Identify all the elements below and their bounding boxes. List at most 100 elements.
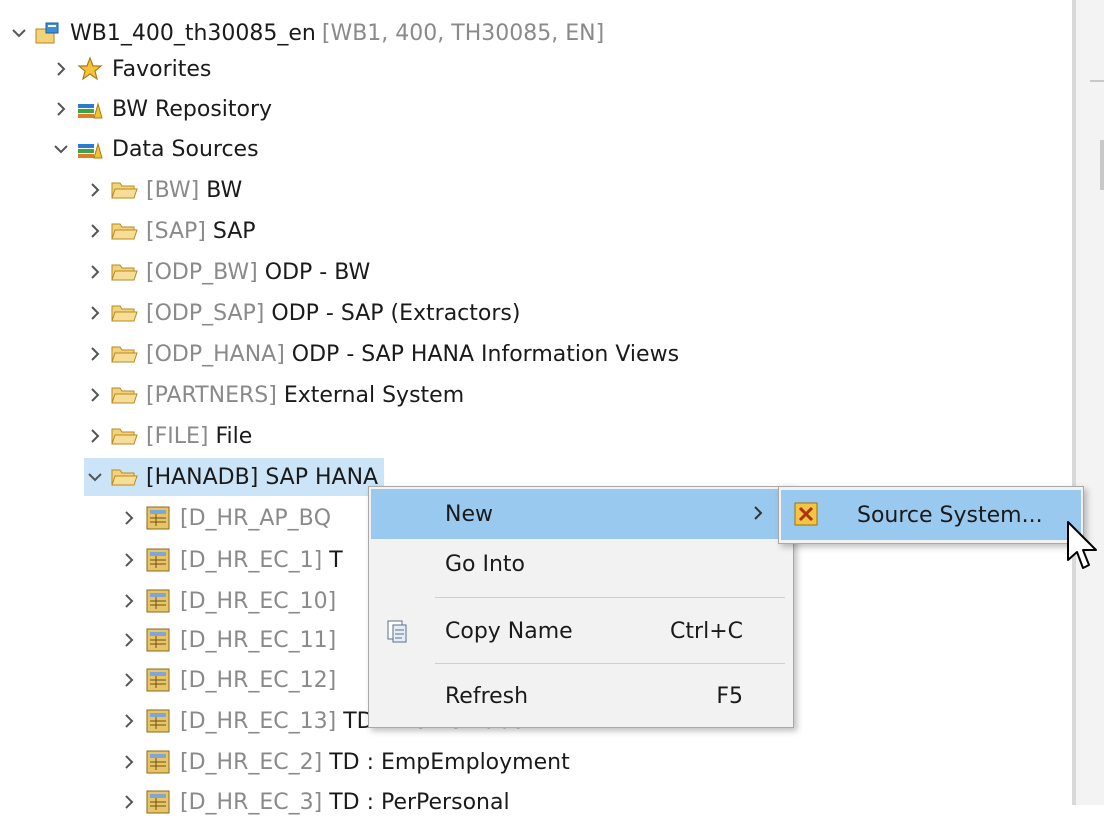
tree-folder-odp-sap[interactable]: [ODP_SAP] ODP - SAP (Extractors): [84, 294, 520, 332]
tree-table-item[interactable]: [D_HR_EC_3] TD : PerPersonal: [118, 783, 510, 821]
tree-item-label: Favorites: [112, 56, 212, 82]
tree-root[interactable]: WB1_400_th30085_en [WB1, 400, TH30085, E…: [8, 14, 604, 52]
menu-item-label: New: [445, 501, 493, 527]
tree-folder-sap[interactable]: [SAP] SAP: [84, 212, 256, 250]
root-name: WB1_400_th30085_en: [70, 20, 316, 46]
menu-item-copy-name[interactable]: Copy Name Ctrl+C: [371, 606, 791, 656]
folder-tag: [ODP_BW]: [146, 259, 258, 285]
chevron-right-icon[interactable]: [118, 507, 140, 529]
right-pane: [1076, 0, 1104, 805]
repository-icon: [76, 96, 104, 122]
table-tag: [D_HR_EC_1]: [180, 547, 323, 573]
tree-folder-odp-hana[interactable]: [ODP_HANA] ODP - SAP HANA Information Vi…: [84, 335, 679, 373]
folder-tag: [ODP_SAP]: [146, 300, 265, 326]
tree-item-favorites[interactable]: Favorites: [50, 50, 211, 88]
folder-name: SAP: [212, 218, 256, 244]
table-tag: [D_HR_EC_11]: [180, 627, 337, 653]
right-pane-edge: [1100, 140, 1104, 190]
folder-open-icon: [110, 423, 138, 449]
chevron-right-icon[interactable]: [118, 669, 140, 691]
tree-table-item[interactable]: [D_HR_EC_1] T: [118, 541, 343, 579]
clipboard-icon: [385, 618, 409, 650]
tree-folder-file[interactable]: [FILE] File: [84, 417, 252, 455]
table-icon: [144, 588, 172, 614]
folder-open-icon: [110, 218, 138, 244]
table-tag: [D_HR_EC_12]: [180, 667, 337, 693]
table-name: T: [329, 547, 343, 573]
menu-item-go-into[interactable]: Go Into: [371, 539, 791, 589]
chevron-down-icon[interactable]: [50, 138, 72, 160]
chevron-right-icon[interactable]: [118, 751, 140, 773]
chevron-right-icon[interactable]: [84, 302, 106, 324]
chevron-right-icon[interactable]: [84, 343, 106, 365]
tree-item-label: BW Repository: [112, 96, 273, 122]
table-name: TD : PerPersonal: [329, 789, 510, 815]
folder-name: SAP HANA: [265, 464, 379, 490]
tree-item-label: Data Sources: [112, 136, 259, 162]
tree-folder-bw[interactable]: [BW] BW: [84, 171, 242, 209]
table-icon: [144, 708, 172, 734]
folder-open-icon: [110, 300, 138, 326]
tree-table-item[interactable]: [D_HR_EC_10]: [118, 582, 343, 620]
tree-folder-odp-bw[interactable]: [ODP_BW] ODP - BW: [84, 253, 370, 291]
folder-name: External System: [283, 382, 465, 408]
table-tag: [D_HR_EC_13]: [180, 708, 337, 734]
chevron-right-icon[interactable]: [84, 179, 106, 201]
folder-open-icon: [110, 464, 138, 490]
folder-tag: [SAP]: [146, 218, 206, 244]
menu-item-shortcut: Ctrl+C: [670, 618, 743, 644]
tree-folder-partners[interactable]: [PARTNERS] External System: [84, 376, 464, 414]
chevron-right-icon[interactable]: [50, 98, 72, 120]
star-icon: [76, 56, 104, 82]
chevron-right-icon: [753, 502, 763, 527]
menu-separator: [435, 663, 785, 664]
tree-table-item[interactable]: [D_HR_EC_12]: [118, 661, 343, 699]
chevron-right-icon[interactable]: [118, 791, 140, 813]
chevron-right-icon[interactable]: [50, 58, 72, 80]
folder-tag: [BW]: [146, 177, 200, 203]
chevron-right-icon[interactable]: [84, 425, 106, 447]
menu-item-label: Source System...: [857, 502, 1043, 528]
chevron-down-icon[interactable]: [8, 22, 30, 44]
menu-item-label: Refresh: [445, 683, 529, 709]
table-tag: [D_HR_EC_3]: [180, 789, 323, 815]
tree-table-item[interactable]: [D_HR_EC_2] TD : EmpEmployment: [118, 743, 570, 781]
chevron-right-icon[interactable]: [118, 590, 140, 612]
tree-table-item[interactable]: [D_HR_AP_BQ: [118, 499, 338, 537]
table-icon: [144, 627, 172, 653]
chevron-right-icon[interactable]: [118, 710, 140, 732]
menu-item-refresh[interactable]: Refresh F5: [371, 671, 791, 721]
chevron-right-icon[interactable]: [84, 261, 106, 283]
chevron-down-icon[interactable]: [84, 466, 106, 488]
tree-table-item[interactable]: [D_HR_EC_11]: [118, 621, 343, 659]
context-menu: New Go Into Copy Name Ctrl+C Refresh F5: [368, 486, 794, 728]
folder-name: ODP - BW: [264, 259, 371, 285]
folder-tag: [FILE]: [146, 423, 209, 449]
chevron-right-icon[interactable]: [84, 384, 106, 406]
submenu-new: Source System...: [778, 486, 1084, 544]
menu-item-source-system[interactable]: Source System...: [781, 490, 1081, 540]
data-sources-icon: [76, 136, 104, 162]
menu-separator: [435, 597, 785, 598]
table-icon: [144, 667, 172, 693]
table-tag: [D_HR_EC_10]: [180, 588, 337, 614]
folder-open-icon: [110, 259, 138, 285]
menu-item-new[interactable]: New: [371, 489, 791, 539]
folder-tag: [ODP_HANA]: [146, 341, 285, 367]
chevron-right-icon[interactable]: [118, 549, 140, 571]
menu-item-label: Go Into: [445, 551, 526, 577]
folder-open-icon: [110, 341, 138, 367]
tree-folder-hanadb[interactable]: [HANADB] SAP HANA: [84, 458, 385, 496]
folder-name: ODP - SAP HANA Information Views: [291, 341, 680, 367]
table-icon: [144, 749, 172, 775]
tree-item-bw-repository[interactable]: BW Repository: [50, 90, 272, 128]
table-icon: [144, 547, 172, 573]
table-tag: [D_HR_AP_BQ: [180, 505, 332, 531]
chevron-right-icon[interactable]: [118, 629, 140, 651]
table-icon: [144, 789, 172, 815]
chevron-right-icon[interactable]: [84, 220, 106, 242]
folder-tag: [HANADB]: [146, 464, 259, 490]
source-system-icon: [793, 501, 821, 535]
menu-item-label: Copy Name: [445, 618, 573, 644]
tree-item-data-sources[interactable]: Data Sources: [50, 130, 259, 168]
